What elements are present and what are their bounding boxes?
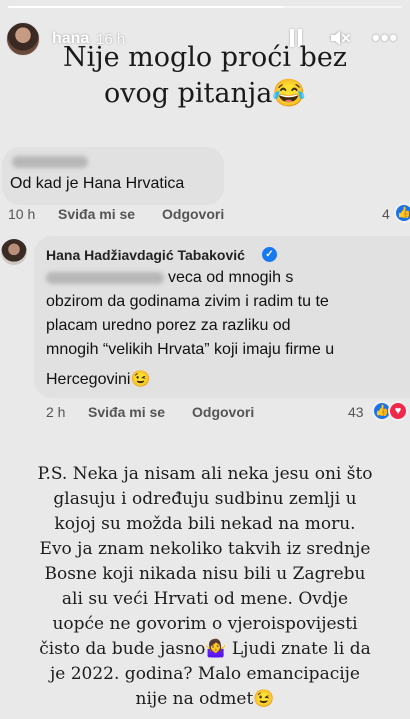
caption-bottom-line-5: Bosne koji nikada nisu bili u Zagrebu (44, 564, 366, 584)
caption-bottom-line-9: je 2022. godina? Malo emancipacije (50, 664, 360, 684)
comment-2-line-3: placam uredno porez za razliku od (46, 317, 291, 334)
caption-bottom-line-8: čisto da bude jasno🤷‍♀️ Ljudi znate li d… (39, 639, 371, 659)
love-reaction-icon[interactable]: ♥ (388, 401, 408, 421)
comment-1-text: Od kad je Hana Hrvatica (10, 175, 185, 192)
verified-badge-icon: ✓ (262, 247, 277, 262)
comment-1-author-redacted (12, 156, 88, 168)
comment-1-like-button[interactable]: Sviđa mi se (58, 206, 135, 222)
caption-bottom-line-1: P.S. Neka ja nisam ali neka jesu oni što (37, 464, 373, 484)
like-reaction-icon[interactable]: 👍 (394, 203, 410, 223)
story-progress-bar (8, 6, 402, 8)
comment-2-text: veca od mnogih s obzirom da godinama ziv… (46, 266, 401, 392)
comment-2-line-1: veca od mnogih s (168, 269, 294, 286)
caption-bottom-line-2: glasuju i određuju sudbinu zemlji u (53, 489, 357, 509)
comment-2-like-button[interactable]: Sviđa mi se (88, 404, 165, 420)
comment-2-reaction-count: 43 (348, 404, 364, 420)
story-progress-fill (8, 6, 284, 8)
caption-bottom-line-4: Evo ja znam nekoliko takvih iz srednje (39, 539, 371, 559)
caption-bottom-line-3: kojoj su možda bili nekad na moru. (54, 514, 356, 534)
comment-2-author[interactable]: Hana Hadžiavdagić Tabaković (46, 247, 245, 263)
comment-1-reaction-count: 4 (382, 206, 390, 222)
comment-2-line-2: obzirom da godinama zivim i radim tu te (46, 293, 329, 310)
comment-1-bubble: Od kad je Hana Hrvatica (2, 147, 224, 205)
story-caption-bottom: P.S. Neka ja nisam ali neka jesu oni što… (12, 462, 398, 712)
caption-top-line-1: Nije moglo proći bez (62, 42, 348, 73)
comment-1-reply-button[interactable]: Odgovori (162, 206, 224, 222)
caption-bottom-line-10: nije na odmet😉 (135, 689, 275, 709)
caption-top-line-2: ovog pitanja😂 (104, 78, 306, 109)
caption-bottom-line-6: ali su veći Hrvati od mene. Ovdje (61, 589, 349, 609)
story-caption-top: Nije moglo proći bez ovog pitanja😂 (0, 40, 410, 112)
comment-2-time: 2 h (46, 404, 66, 420)
comment-2-meta: 2 h Sviđa mi se Odgovori 43 (0, 404, 410, 422)
comment-2-avatar[interactable] (1, 239, 27, 265)
comment-2-reply-button[interactable]: Odgovori (192, 404, 254, 420)
caption-bottom-line-7: uopće ne govorim o vjeroispovijesti (52, 614, 358, 634)
comment-2-line-5: Hercegovini😉 (46, 371, 151, 388)
comment-1-meta: 10 h Sviđa mi se Odgovori 4 (0, 206, 410, 224)
comment-2-line-4: mnogih “velikih Hrvata” koji imaju firme… (46, 341, 335, 358)
comment-1-time: 10 h (8, 206, 36, 222)
comment-2-mention-redacted (46, 271, 164, 284)
